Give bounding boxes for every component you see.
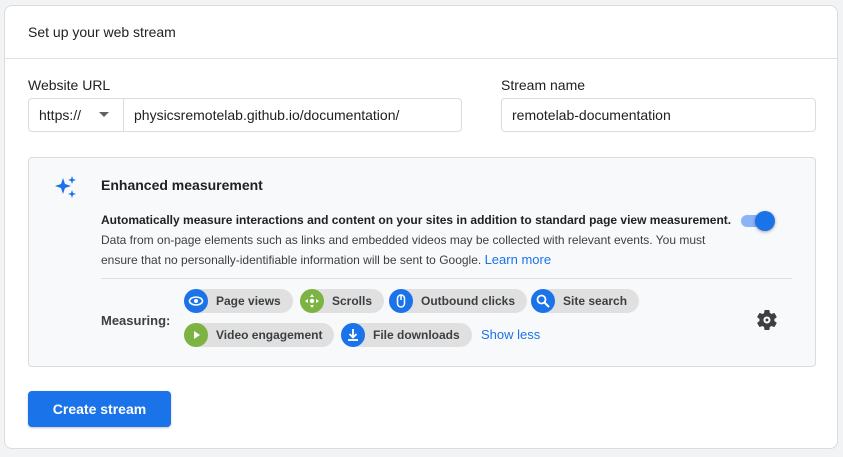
enhanced-measurement-title: Enhanced measurement	[101, 177, 263, 193]
eye-icon	[184, 289, 208, 313]
chip-scrolls: Scrolls	[300, 289, 385, 313]
chip-page-views: Page views	[184, 289, 293, 313]
crosshair-icon	[300, 289, 324, 313]
enhanced-measurement-toggle[interactable]	[739, 210, 775, 231]
chip-label: Page views	[216, 294, 281, 308]
chip-outbound-clicks: Outbound clicks	[389, 289, 528, 313]
chip-site-search: Site search	[531, 289, 640, 313]
chip-label: Site search	[563, 294, 628, 308]
download-icon	[341, 323, 365, 347]
chevron-down-icon	[99, 112, 109, 117]
show-less-link[interactable]: Show less	[481, 327, 540, 342]
protocol-select[interactable]: https://	[28, 98, 124, 132]
website-url-value: physicsremotelab.github.io/documentation…	[134, 107, 400, 123]
website-url-label: Website URL	[28, 77, 111, 93]
toggle-thumb	[755, 211, 775, 231]
gear-icon[interactable]	[755, 308, 779, 332]
measuring-label: Measuring:	[101, 313, 171, 328]
stream-name-label: Stream name	[501, 77, 586, 93]
enhanced-measurement-description: Automatically measure interactions and c…	[101, 210, 741, 270]
chip-label: Video engagement	[216, 328, 323, 342]
stream-name-value: remotelab-documentation	[512, 107, 671, 123]
divider	[101, 278, 792, 279]
chip-video-engagement: Video engagement	[184, 323, 335, 347]
chip-label: File downloads	[373, 328, 460, 342]
chip-file-downloads: File downloads	[341, 323, 472, 347]
web-stream-card: Set up your web stream Website URL https…	[4, 5, 838, 449]
chip-label: Scrolls	[332, 294, 373, 308]
play-icon	[184, 323, 208, 347]
website-url-input[interactable]: physicsremotelab.github.io/documentation…	[123, 98, 462, 132]
description-text: Data from on-page elements such as links…	[101, 233, 706, 267]
create-stream-button[interactable]: Create stream	[28, 391, 171, 427]
stream-name-input[interactable]: remotelab-documentation	[501, 98, 816, 132]
mouse-icon	[389, 289, 413, 313]
chip-label: Outbound clicks	[421, 294, 516, 308]
card-title: Set up your web stream	[5, 6, 837, 59]
protocol-value: https://	[39, 107, 82, 123]
sparkle-icon	[55, 176, 76, 198]
learn-more-link[interactable]: Learn more	[485, 252, 551, 267]
description-bold: Automatically measure interactions and c…	[101, 213, 732, 227]
search-icon	[531, 289, 555, 313]
enhanced-measurement-panel: Enhanced measurement Automatically measu…	[28, 157, 816, 367]
